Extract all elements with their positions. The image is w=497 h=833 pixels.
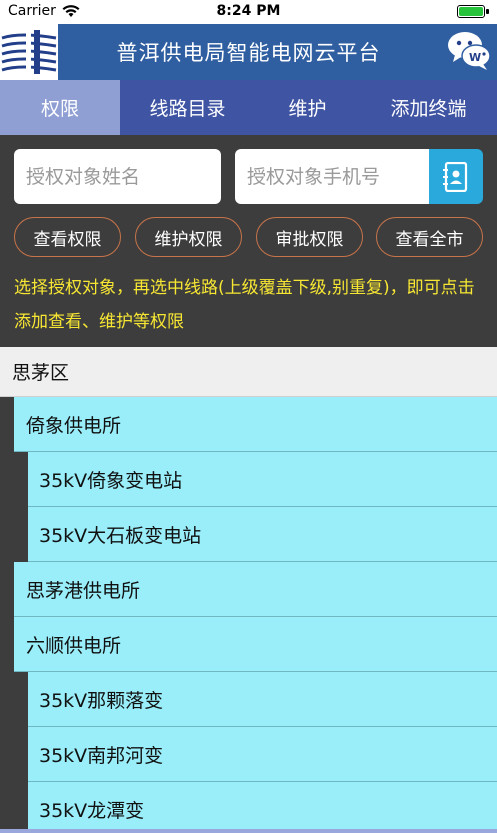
action-buttons: 查看权限 维护权限 审批权限 查看全市 (14, 217, 484, 257)
tab-permission[interactable]: 权限 (0, 80, 120, 135)
approve-permission-button[interactable]: 审批权限 (256, 217, 363, 257)
grantee-phone-input[interactable] (235, 149, 430, 204)
app-header: 普洱供电局智能电网云平台 W (0, 24, 497, 80)
tab-bar: 权限 线路目录 维护 添加终端 (0, 80, 497, 135)
battery-cap (486, 9, 489, 14)
wechat-icon[interactable]: W (445, 29, 493, 75)
tree-node-substation[interactable]: 35kV倚象变电站 (28, 452, 497, 507)
tree-district[interactable]: 思茅区 (0, 347, 497, 397)
tree-node-substation[interactable]: 35kV龙潭变 (28, 782, 497, 833)
bottom-scroll-indicator (0, 829, 497, 833)
tree-node-station[interactable]: 倚象供电所 (14, 397, 497, 452)
status-time: 8:24 PM (216, 3, 281, 19)
tree-node-substation[interactable]: 35kV大石板变电站 (28, 507, 497, 562)
tab-line-directory[interactable]: 线路目录 (120, 80, 255, 135)
tab-add-terminal[interactable]: 添加终端 (360, 80, 497, 135)
tree-node-substation[interactable]: 35kV那颗落变 (28, 672, 497, 727)
battery-icon (457, 5, 485, 18)
instruction-text: 选择授权对象，再选中线路(上级覆盖下级,别重复)，即可点击添加查看、维护等权限 (14, 278, 475, 332)
status-bar: Carrier 8:24 PM (0, 0, 497, 24)
contacts-button[interactable] (429, 149, 483, 204)
tab-maintenance[interactable]: 维护 (255, 80, 360, 135)
view-permission-button[interactable]: 查看权限 (14, 217, 121, 257)
line-tree: 思茅区 倚象供电所 35kV倚象变电站 35kV大石板变电站 思茅港供电所 六顺… (0, 347, 497, 833)
tree-node-station[interactable]: 六顺供电所 (14, 617, 497, 672)
contacts-book-icon (443, 161, 468, 192)
svg-text:W: W (469, 51, 481, 64)
tree-node-substation[interactable]: 35kV南邦河变 (28, 727, 497, 782)
search-row (14, 149, 483, 204)
view-city-button[interactable]: 查看全市 (376, 217, 483, 257)
utility-logo-icon (0, 24, 58, 80)
grantee-name-input[interactable] (14, 149, 221, 204)
tree-node-station[interactable]: 思茅港供电所 (14, 562, 497, 617)
header-title: 普洱供电局智能电网云平台 (116, 41, 381, 65)
battery-fill (459, 7, 483, 16)
permission-panel: 查看权限 维护权限 审批权限 查看全市 选择授权对象，再选中线路(上级覆盖下级,… (0, 135, 497, 347)
maintain-permission-button[interactable]: 维护权限 (135, 217, 242, 257)
